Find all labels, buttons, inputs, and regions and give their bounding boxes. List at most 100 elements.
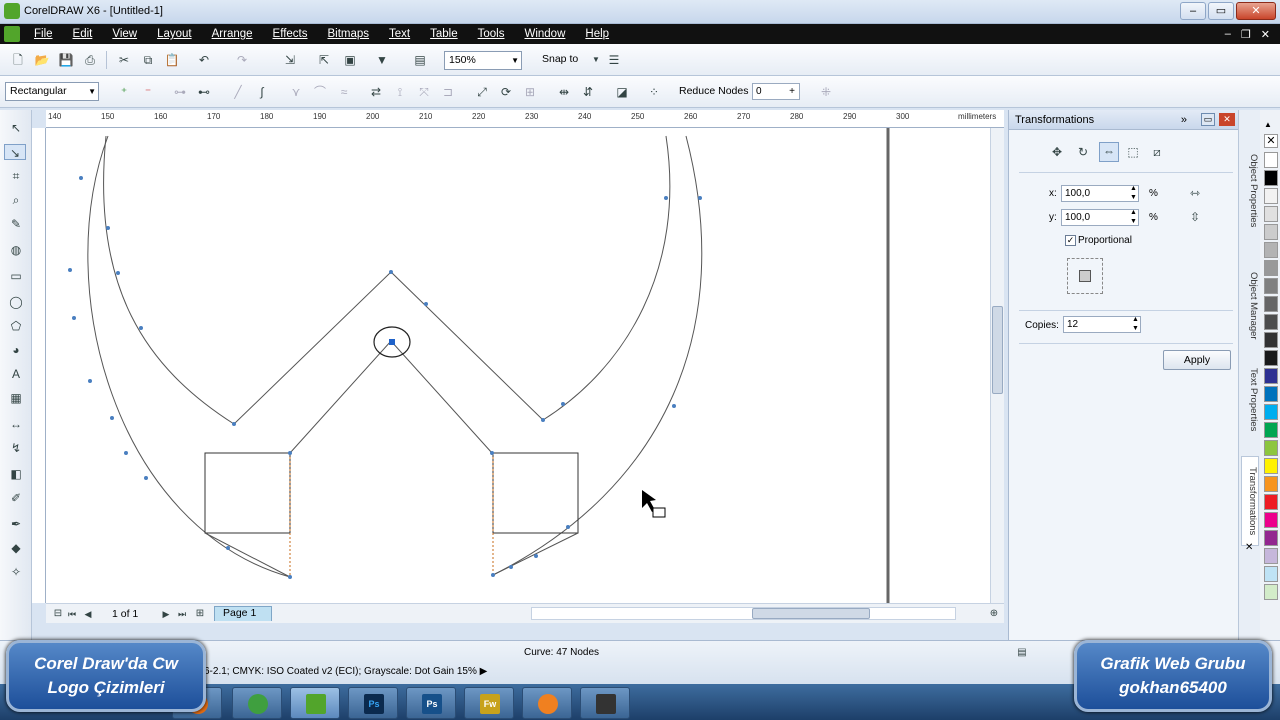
horizontal-scrollbar[interactable] xyxy=(531,607,956,620)
basic-shapes-tool-icon[interactable]: ◕ xyxy=(8,342,24,358)
taskbar-firefox-button[interactable] xyxy=(522,687,572,719)
color-swatch[interactable] xyxy=(1264,584,1278,600)
new-icon[interactable]: 🗋 xyxy=(10,52,26,68)
color-swatch[interactable] xyxy=(1264,224,1278,240)
crop-tool-icon[interactable]: ⌗ xyxy=(8,168,24,184)
curve-nodes[interactable] xyxy=(68,176,702,579)
color-swatch[interactable] xyxy=(1264,548,1278,564)
taskbar-recorder-button[interactable] xyxy=(580,687,630,719)
elastic-mode-icon[interactable]: ◪ xyxy=(614,84,630,100)
select-all-nodes-icon[interactable]: ⁘ xyxy=(646,84,662,100)
menu-window[interactable]: Window xyxy=(514,28,575,40)
color-swatch[interactable] xyxy=(1264,440,1278,456)
menu-edit[interactable]: Edit xyxy=(63,28,103,40)
copies-spinner-icon[interactable]: ▲ ▼ xyxy=(1132,315,1139,333)
color-swatch[interactable] xyxy=(1264,296,1278,312)
drawing-svg[interactable] xyxy=(46,128,990,603)
scale-mirror-transform-icon[interactable]: ⇔ xyxy=(1099,142,1119,162)
options-icon[interactable]: ☰ xyxy=(606,52,622,68)
fill-tool-icon[interactable]: ◆ xyxy=(8,540,24,556)
color-swatch[interactable] xyxy=(1264,404,1278,420)
text-tool-icon[interactable]: A xyxy=(8,366,24,382)
color-swatch[interactable] xyxy=(1264,314,1278,330)
snap-to-menu[interactable]: Snap to xyxy=(542,53,578,65)
mirror-horizontal-icon[interactable]: ⇹ xyxy=(556,84,572,100)
color-swatch[interactable] xyxy=(1264,332,1278,348)
mirror-horizontal-docker-icon[interactable]: ⇿ xyxy=(1187,185,1203,201)
rotate-transform-icon[interactable]: ↻ xyxy=(1075,144,1091,160)
symmetrical-node-icon[interactable]: ≈ xyxy=(336,84,352,100)
taskbar-photoshop2-button[interactable]: Ps xyxy=(406,687,456,719)
doc-close-button[interactable]: ✕ xyxy=(1261,28,1270,41)
cusp-node-icon[interactable]: ⋎ xyxy=(288,84,304,100)
close-curve-icon[interactable]: ⊐ xyxy=(440,84,456,100)
copies-input[interactable]: 12 xyxy=(1063,316,1141,333)
menu-layout[interactable]: Layout xyxy=(147,28,202,40)
rotate-nodes-icon[interactable]: ⟳ xyxy=(498,84,514,100)
doc-restore-button[interactable]: ❐ xyxy=(1241,28,1251,41)
color-swatch[interactable] xyxy=(1264,422,1278,438)
undo-icon[interactable]: ↶ xyxy=(196,52,212,68)
taskbar-photoshop1-button[interactable]: Ps xyxy=(348,687,398,719)
taskbar-messenger-button[interactable] xyxy=(232,687,282,719)
color-swatch[interactable] xyxy=(1264,242,1278,258)
anchor-point-selector[interactable] xyxy=(1067,258,1103,294)
color-swatch[interactable] xyxy=(1264,494,1278,510)
polygon-tool-icon[interactable]: ⬠ xyxy=(8,318,24,334)
publish-pdf-icon[interactable]: ▣ xyxy=(342,52,358,68)
color-swatch[interactable] xyxy=(1264,206,1278,222)
y-scale-input[interactable]: 100,0 xyxy=(1061,209,1139,226)
drawing-canvas[interactable] xyxy=(46,128,990,603)
full-screen-preview-icon[interactable]: ▤ xyxy=(412,52,428,68)
color-swatch[interactable] xyxy=(1264,188,1278,204)
position-transform-icon[interactable]: ✥ xyxy=(1049,144,1065,160)
page-tab[interactable]: Page 1 xyxy=(214,606,272,621)
color-swatch[interactable] xyxy=(1264,260,1278,276)
menu-help[interactable]: Help xyxy=(575,28,619,40)
copy-icon[interactable]: ⧉ xyxy=(140,52,156,68)
taskbar-coreldraw-button[interactable] xyxy=(290,687,340,719)
smart-fill-tool-icon[interactable]: ◍ xyxy=(8,242,24,258)
print-icon[interactable]: ⎙ xyxy=(82,52,98,68)
add-node-icon[interactable]: ⁺ xyxy=(116,84,132,100)
tab-object-properties[interactable]: Object Properties xyxy=(1241,136,1259,246)
color-swatch[interactable] xyxy=(1264,476,1278,492)
menu-arrange[interactable]: Arrange xyxy=(202,28,263,40)
break-curve-icon[interactable]: ⊷ xyxy=(196,84,212,100)
application-launcher-icon[interactable]: ▼ xyxy=(374,52,390,68)
paste-icon[interactable]: 📋 xyxy=(164,52,180,68)
vertical-scroll-thumb[interactable] xyxy=(992,306,1003,394)
freehand-tool-icon[interactable]: ✎ xyxy=(8,216,24,232)
vertical-ruler[interactable] xyxy=(32,128,46,603)
pick-tool-icon[interactable]: ↖ xyxy=(8,120,24,136)
color-swatch[interactable] xyxy=(1264,530,1278,546)
color-swatch[interactable] xyxy=(1264,512,1278,528)
menu-table[interactable]: Table xyxy=(420,28,468,40)
mirror-vertical-docker-icon[interactable]: ⇳ xyxy=(1187,209,1203,225)
import-icon[interactable]: ⇲ xyxy=(282,52,298,68)
cut-icon[interactable]: ✂ xyxy=(116,52,132,68)
tab-transformations[interactable]: Transformations xyxy=(1241,456,1259,546)
menu-bitmaps[interactable]: Bitmaps xyxy=(317,28,379,40)
palette-scroll-up-icon[interactable]: ▲ xyxy=(1264,120,1272,129)
ellipse-tool-icon[interactable]: ◯ xyxy=(8,294,24,310)
docker-minimize-button[interactable]: ▭ xyxy=(1201,113,1215,126)
x-scale-input[interactable]: 100,0 xyxy=(1061,185,1139,202)
horizontal-ruler[interactable]: 140 150 160 170 180 190 200 210 220 230 … xyxy=(46,110,1004,128)
color-swatch[interactable] xyxy=(1264,350,1278,366)
delete-node-icon[interactable]: ⁻ xyxy=(140,84,156,100)
redo-icon[interactable]: ↷ xyxy=(234,52,250,68)
menu-tools[interactable]: Tools xyxy=(468,28,515,40)
extend-curve-icon[interactable]: ⟟ xyxy=(392,84,408,100)
horizontal-scroll-thumb[interactable] xyxy=(752,608,870,619)
no-color-swatch[interactable]: ✕ xyxy=(1264,134,1278,148)
rectangle-tool-icon[interactable]: ▭ xyxy=(8,268,24,284)
menu-effects[interactable]: Effects xyxy=(263,28,318,40)
reduce-nodes-input[interactable]: 0 + xyxy=(752,83,800,100)
interactive-fill-tool-icon[interactable]: ◧ xyxy=(8,466,24,482)
color-profile-info[interactable]: 6-2.1; CMYK: ISO Coated v2 (ECI); Graysc… xyxy=(204,666,487,677)
menu-text[interactable]: Text xyxy=(379,28,420,40)
page-last-icon[interactable]: ⏭ xyxy=(174,606,190,622)
selected-node[interactable] xyxy=(389,339,395,345)
smart-drawing-tool-icon[interactable]: ✧ xyxy=(8,564,24,580)
